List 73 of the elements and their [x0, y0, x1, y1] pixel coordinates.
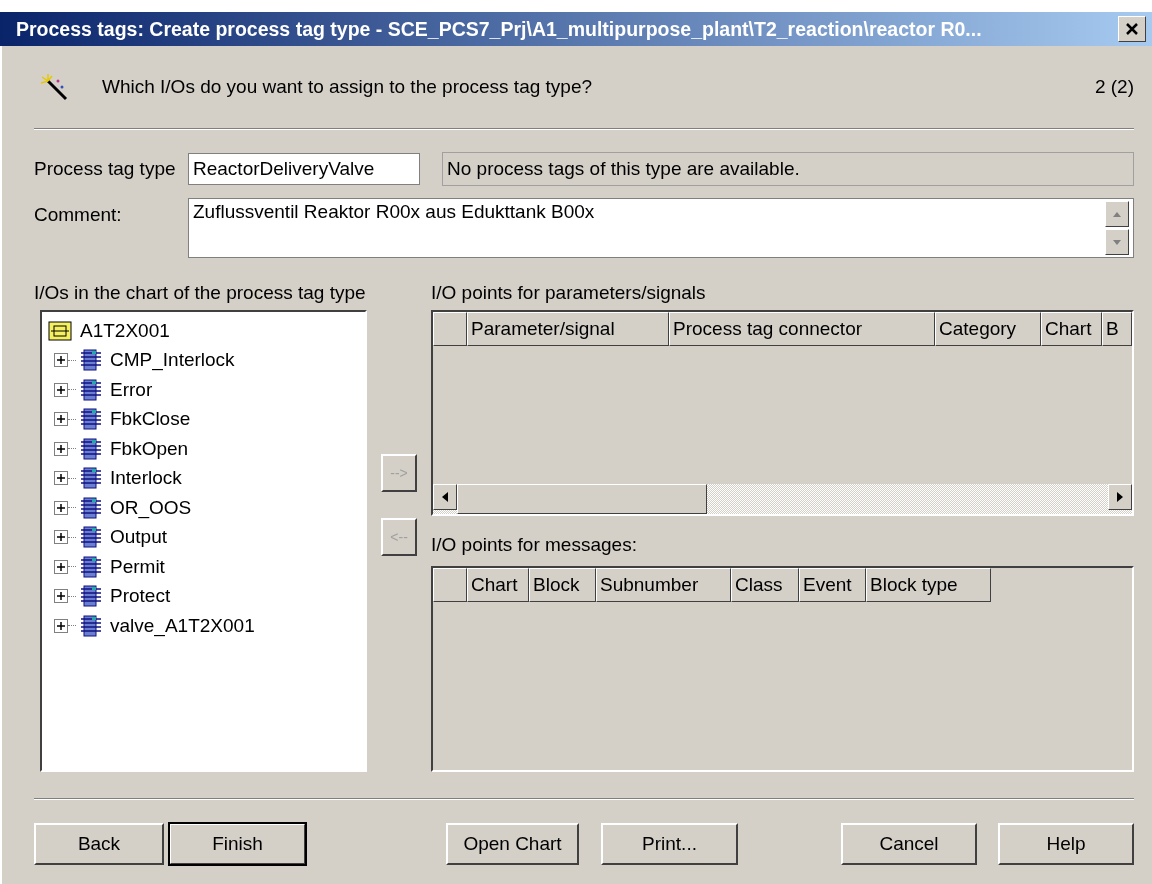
- table-caption: I/O points for messages:: [431, 533, 638, 557]
- tree-item[interactable]: Protect: [48, 581, 360, 611]
- tree-item[interactable]: Output: [48, 522, 360, 552]
- process-tag-type-field[interactable]: ReactorDeliveryValve: [188, 153, 420, 185]
- close-icon: [1125, 22, 1139, 36]
- expand-toggle[interactable]: [54, 500, 68, 515]
- function-block-icon: [80, 614, 102, 637]
- column-header: [433, 312, 467, 346]
- chart-icon: [48, 320, 72, 341]
- close-button[interactable]: [1118, 16, 1146, 42]
- dialog-button[interactable]: Print...: [601, 823, 738, 865]
- function-block-icon: [80, 526, 102, 549]
- dialog-button[interactable]: Back: [34, 823, 164, 865]
- column-header[interactable]: Parameter/signal: [467, 312, 669, 346]
- tree-item[interactable]: FbkClose: [48, 404, 360, 434]
- expand-toggle[interactable]: [54, 589, 68, 604]
- dialog-button[interactable]: Cancel: [841, 823, 977, 865]
- column-header[interactable]: Event: [799, 568, 866, 602]
- tree-item[interactable]: OR_OOS: [48, 493, 360, 523]
- function-block-icon: [80, 467, 102, 490]
- function-block-icon: [80, 378, 102, 401]
- up-arrow-icon: [1113, 211, 1121, 217]
- tree-item[interactable]: Interlock: [48, 463, 360, 493]
- tree-caption: I/Os in the chart of the process tag type: [34, 281, 367, 305]
- column-header[interactable]: Class: [731, 568, 799, 602]
- expand-toggle[interactable]: [54, 382, 68, 397]
- expand-toggle[interactable]: [54, 530, 68, 545]
- field-label: Comment:: [34, 204, 123, 226]
- function-block-icon: [80, 349, 102, 372]
- column-header[interactable]: B: [1102, 312, 1132, 346]
- expand-toggle[interactable]: [54, 441, 68, 456]
- tree-item[interactable]: FbkOpen: [48, 434, 360, 464]
- expand-toggle[interactable]: [54, 471, 68, 486]
- dialog-button[interactable]: Finish: [169, 823, 306, 865]
- function-block-icon: [80, 555, 102, 578]
- dialog-button[interactable]: Help: [998, 823, 1134, 865]
- column-header[interactable]: Category: [935, 312, 1041, 346]
- function-block-icon: [80, 437, 102, 460]
- column-header[interactable]: Chart: [467, 568, 529, 602]
- window-title: Process tags: Create process tag type - SCE_PCS7_Prj\A1_multipurpose_plant\T2_reaction\reactor R0...: [16, 17, 982, 41]
- tree-item[interactable]: Error: [48, 375, 360, 405]
- field-label: Process tag type: [34, 158, 177, 180]
- column-header[interactable]: Process tag connector: [669, 312, 935, 346]
- column-header: [433, 568, 467, 602]
- function-block-icon: [80, 408, 102, 431]
- scroll-down-button[interactable]: [1105, 229, 1129, 255]
- wizard-question: Which I/Os do you want to assign to the process tag type?: [102, 76, 594, 98]
- comment-field[interactable]: Zuflussventil Reaktor R00x aus Edukttank B00x: [188, 198, 1134, 258]
- tree-item[interactable]: Permit: [48, 552, 360, 582]
- comment-text: Zuflussventil Reaktor R00x aus Edukttank B00x: [193, 201, 596, 224]
- horizontal-scrollbar[interactable]: [433, 484, 1132, 514]
- right-arrow-icon: [1117, 492, 1123, 502]
- dialog-button[interactable]: Open Chart: [446, 823, 579, 865]
- expand-toggle[interactable]: [54, 353, 68, 368]
- info-field: No process tags of this type are available.: [442, 152, 1134, 186]
- expand-toggle[interactable]: [54, 412, 68, 427]
- column-header[interactable]: Block type: [866, 568, 991, 602]
- tree-item[interactable]: CMP_Interlock: [48, 345, 360, 375]
- left-arrow-icon: [442, 492, 448, 502]
- step-counter: 2 (2): [1094, 76, 1134, 98]
- scroll-up-button[interactable]: [1105, 201, 1129, 227]
- tree-item[interactable]: valve_A1T2X001: [48, 611, 360, 641]
- magic-wand-icon: [40, 73, 70, 101]
- column-header[interactable]: Subnumber: [596, 568, 731, 602]
- function-block-icon: [80, 585, 102, 608]
- column-header[interactable]: Block: [529, 568, 596, 602]
- table-caption: I/O points for parameters/signals: [431, 281, 707, 305]
- expand-toggle[interactable]: [54, 618, 68, 633]
- column-header[interactable]: Chart: [1041, 312, 1102, 346]
- function-block-icon: [80, 496, 102, 519]
- expand-toggle[interactable]: [54, 559, 68, 574]
- down-arrow-icon: [1113, 239, 1121, 245]
- tree-item[interactable]: A1T2X001: [48, 316, 360, 346]
